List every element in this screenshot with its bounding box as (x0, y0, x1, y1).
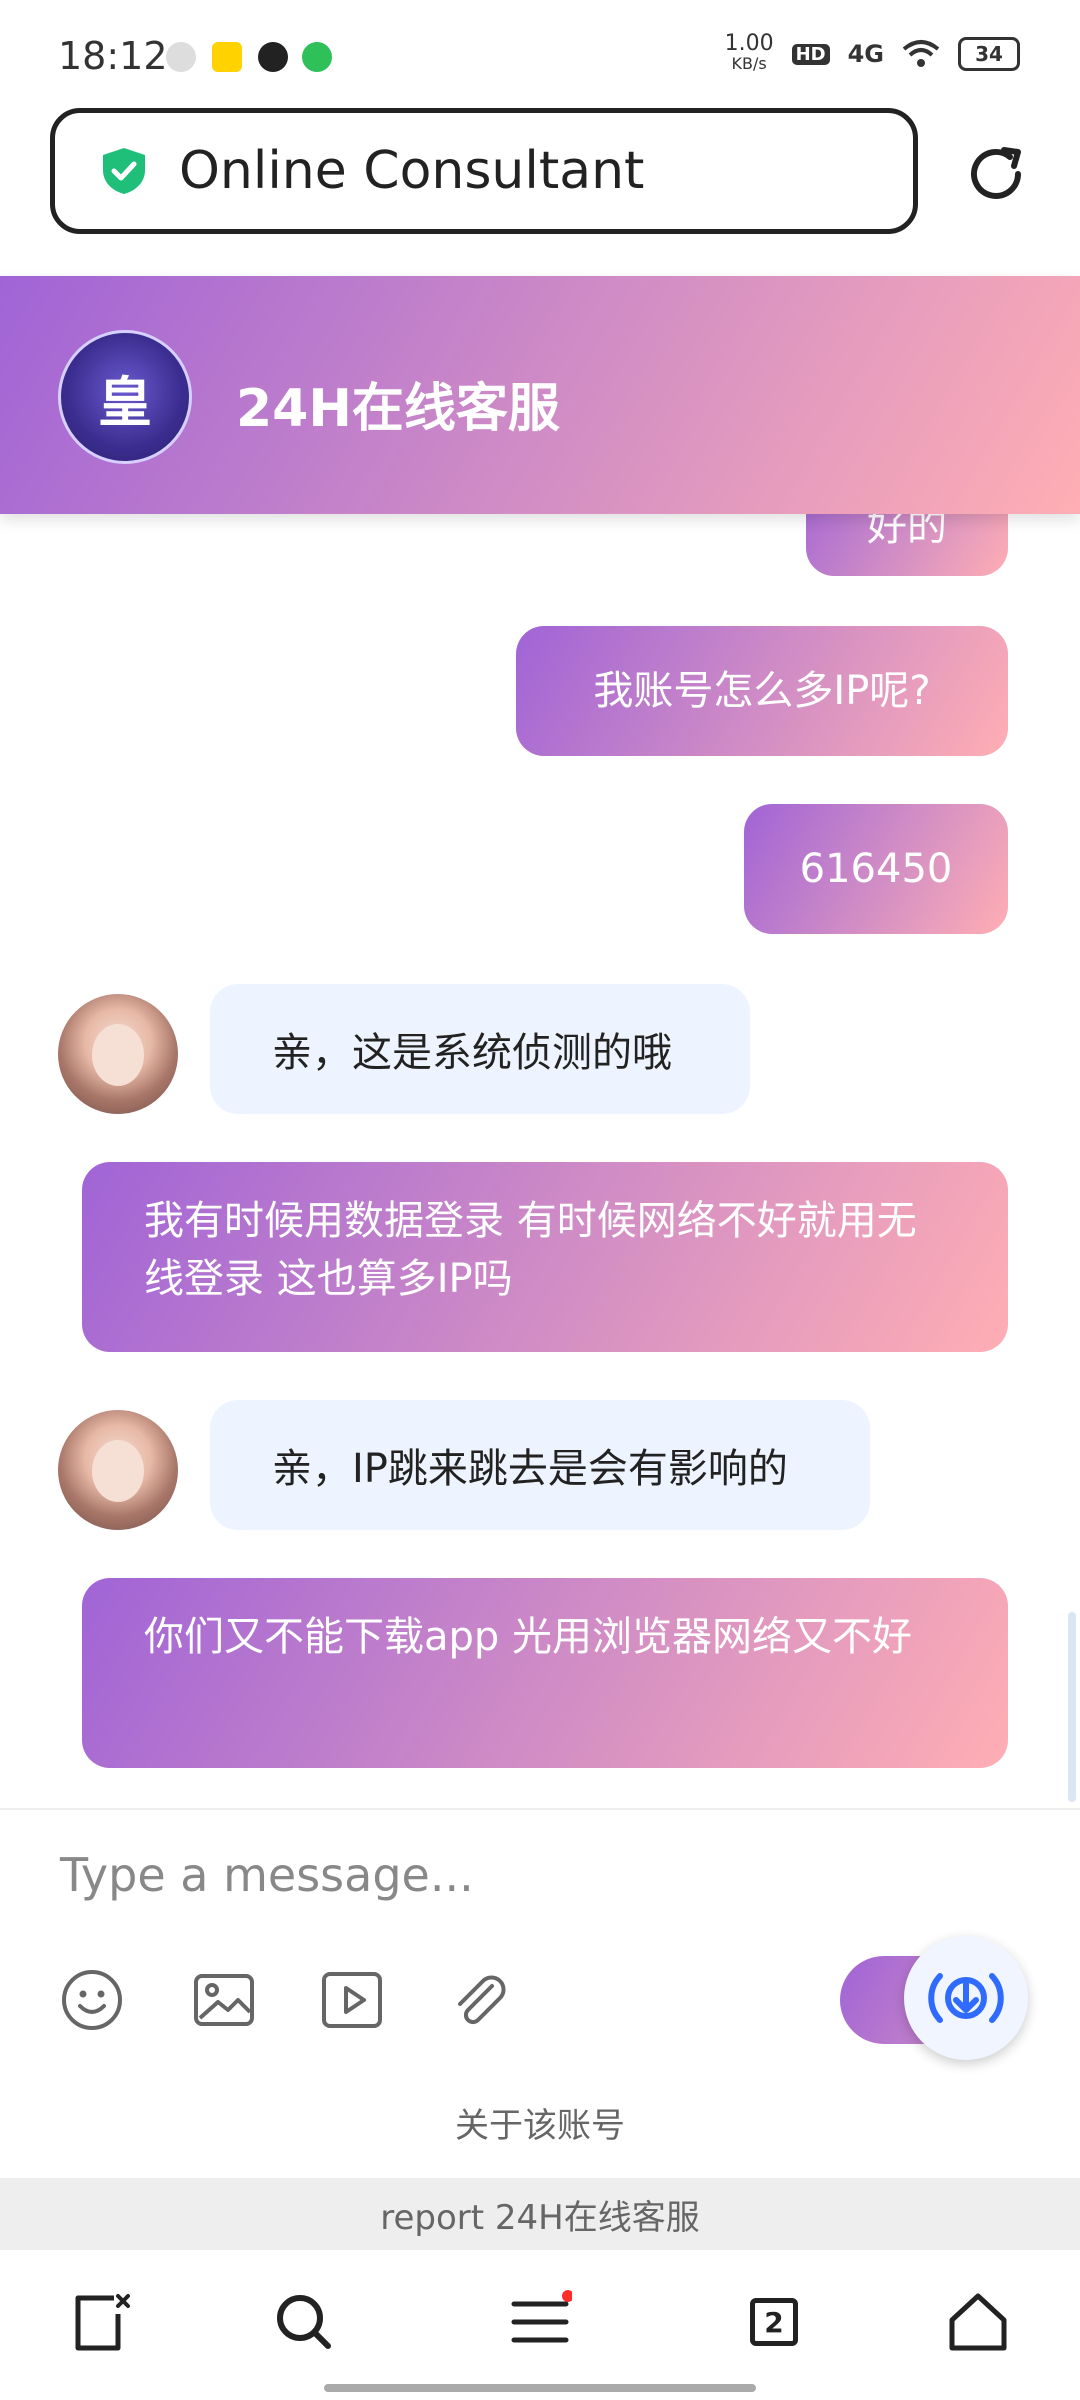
chat-scrollbar[interactable] (1068, 1612, 1076, 1802)
battery-level: 34 (975, 42, 1003, 66)
status-indicators: 1.00 KB/s HD 4G 34 (724, 31, 1020, 74)
download-icon (928, 1973, 1004, 2023)
search-icon[interactable] (272, 2290, 336, 2354)
message-outgoing: 我账号怎么多IP呢? (516, 626, 1008, 756)
message-text: 我有时候用数据登录 有时候网络不好就用无线登录 这也算多IP吗 (144, 1198, 917, 1302)
chat-title: 24H在线客服 (236, 379, 560, 439)
reload-icon[interactable] (960, 138, 1032, 210)
report-label: report 24H在线客服 (380, 2197, 700, 2238)
gesture-bar (324, 2384, 756, 2392)
message-input[interactable]: Type a message... (60, 1848, 474, 1902)
qq-icon (258, 42, 288, 72)
message-outgoing: 我有时候用数据登录 有时候网络不好就用无线登录 这也算多IP吗 (82, 1162, 1008, 1352)
chat-header: 皇 24H在线客服 (0, 276, 1080, 514)
net-speed-value: 1.00 (724, 31, 774, 56)
report-link[interactable]: report 24H在线客服 (0, 2178, 1080, 2250)
tabs-count: 2 (750, 2298, 798, 2346)
net-speed-unit: KB/s (731, 54, 767, 73)
status-time: 18:12 (58, 34, 168, 78)
signal-icon: 4G (847, 40, 884, 68)
meituan-icon (212, 42, 242, 72)
wifi-icon (902, 40, 940, 67)
battery-icon: 34 (958, 37, 1020, 71)
download-button[interactable] (904, 1936, 1028, 2060)
about-account-link[interactable]: 关于该账号 (0, 2098, 1080, 2147)
video-icon[interactable] (320, 1968, 384, 2032)
service-logo: 皇 (58, 330, 192, 464)
message-text: 616450 (799, 846, 953, 892)
message-text: 亲，这是系统侦测的哦 (272, 1030, 672, 1076)
menu-icon[interactable] (508, 2290, 572, 2354)
message-app-icon (302, 42, 332, 72)
page-title: Online Consultant (179, 141, 645, 201)
agent-avatar (58, 1410, 178, 1530)
attachment-icon[interactable] (448, 1968, 512, 2032)
image-icon[interactable] (192, 1968, 256, 2032)
message-incoming: 亲，IP跳来跳去是会有影响的 (210, 1400, 870, 1530)
home-icon[interactable] (946, 2290, 1010, 2354)
message-outgoing: 你们又不能下载app 光用浏览器网络又不好 (82, 1578, 1008, 1768)
new-tab-close-icon[interactable] (70, 2290, 134, 2354)
secure-shield-icon (103, 148, 145, 194)
message-text: 我账号怎么多IP呢? (593, 668, 931, 714)
address-bar[interactable]: Online Consultant (50, 108, 918, 234)
tabs-button[interactable]: 2 (742, 2290, 806, 2354)
hd-icon: HD (791, 43, 830, 65)
message-text: 亲，IP跳来跳去是会有影响的 (272, 1446, 788, 1492)
app-notification-icon (166, 42, 196, 72)
agent-avatar (58, 994, 178, 1114)
message-text: 你们又不能下载app 光用浏览器网络又不好 (144, 1614, 913, 1660)
emoji-icon[interactable] (60, 1968, 124, 2032)
logo-glyph: 皇 (98, 370, 152, 434)
message-incoming: 亲，这是系统侦测的哦 (210, 984, 750, 1114)
message-outgoing: 616450 (744, 804, 1008, 934)
